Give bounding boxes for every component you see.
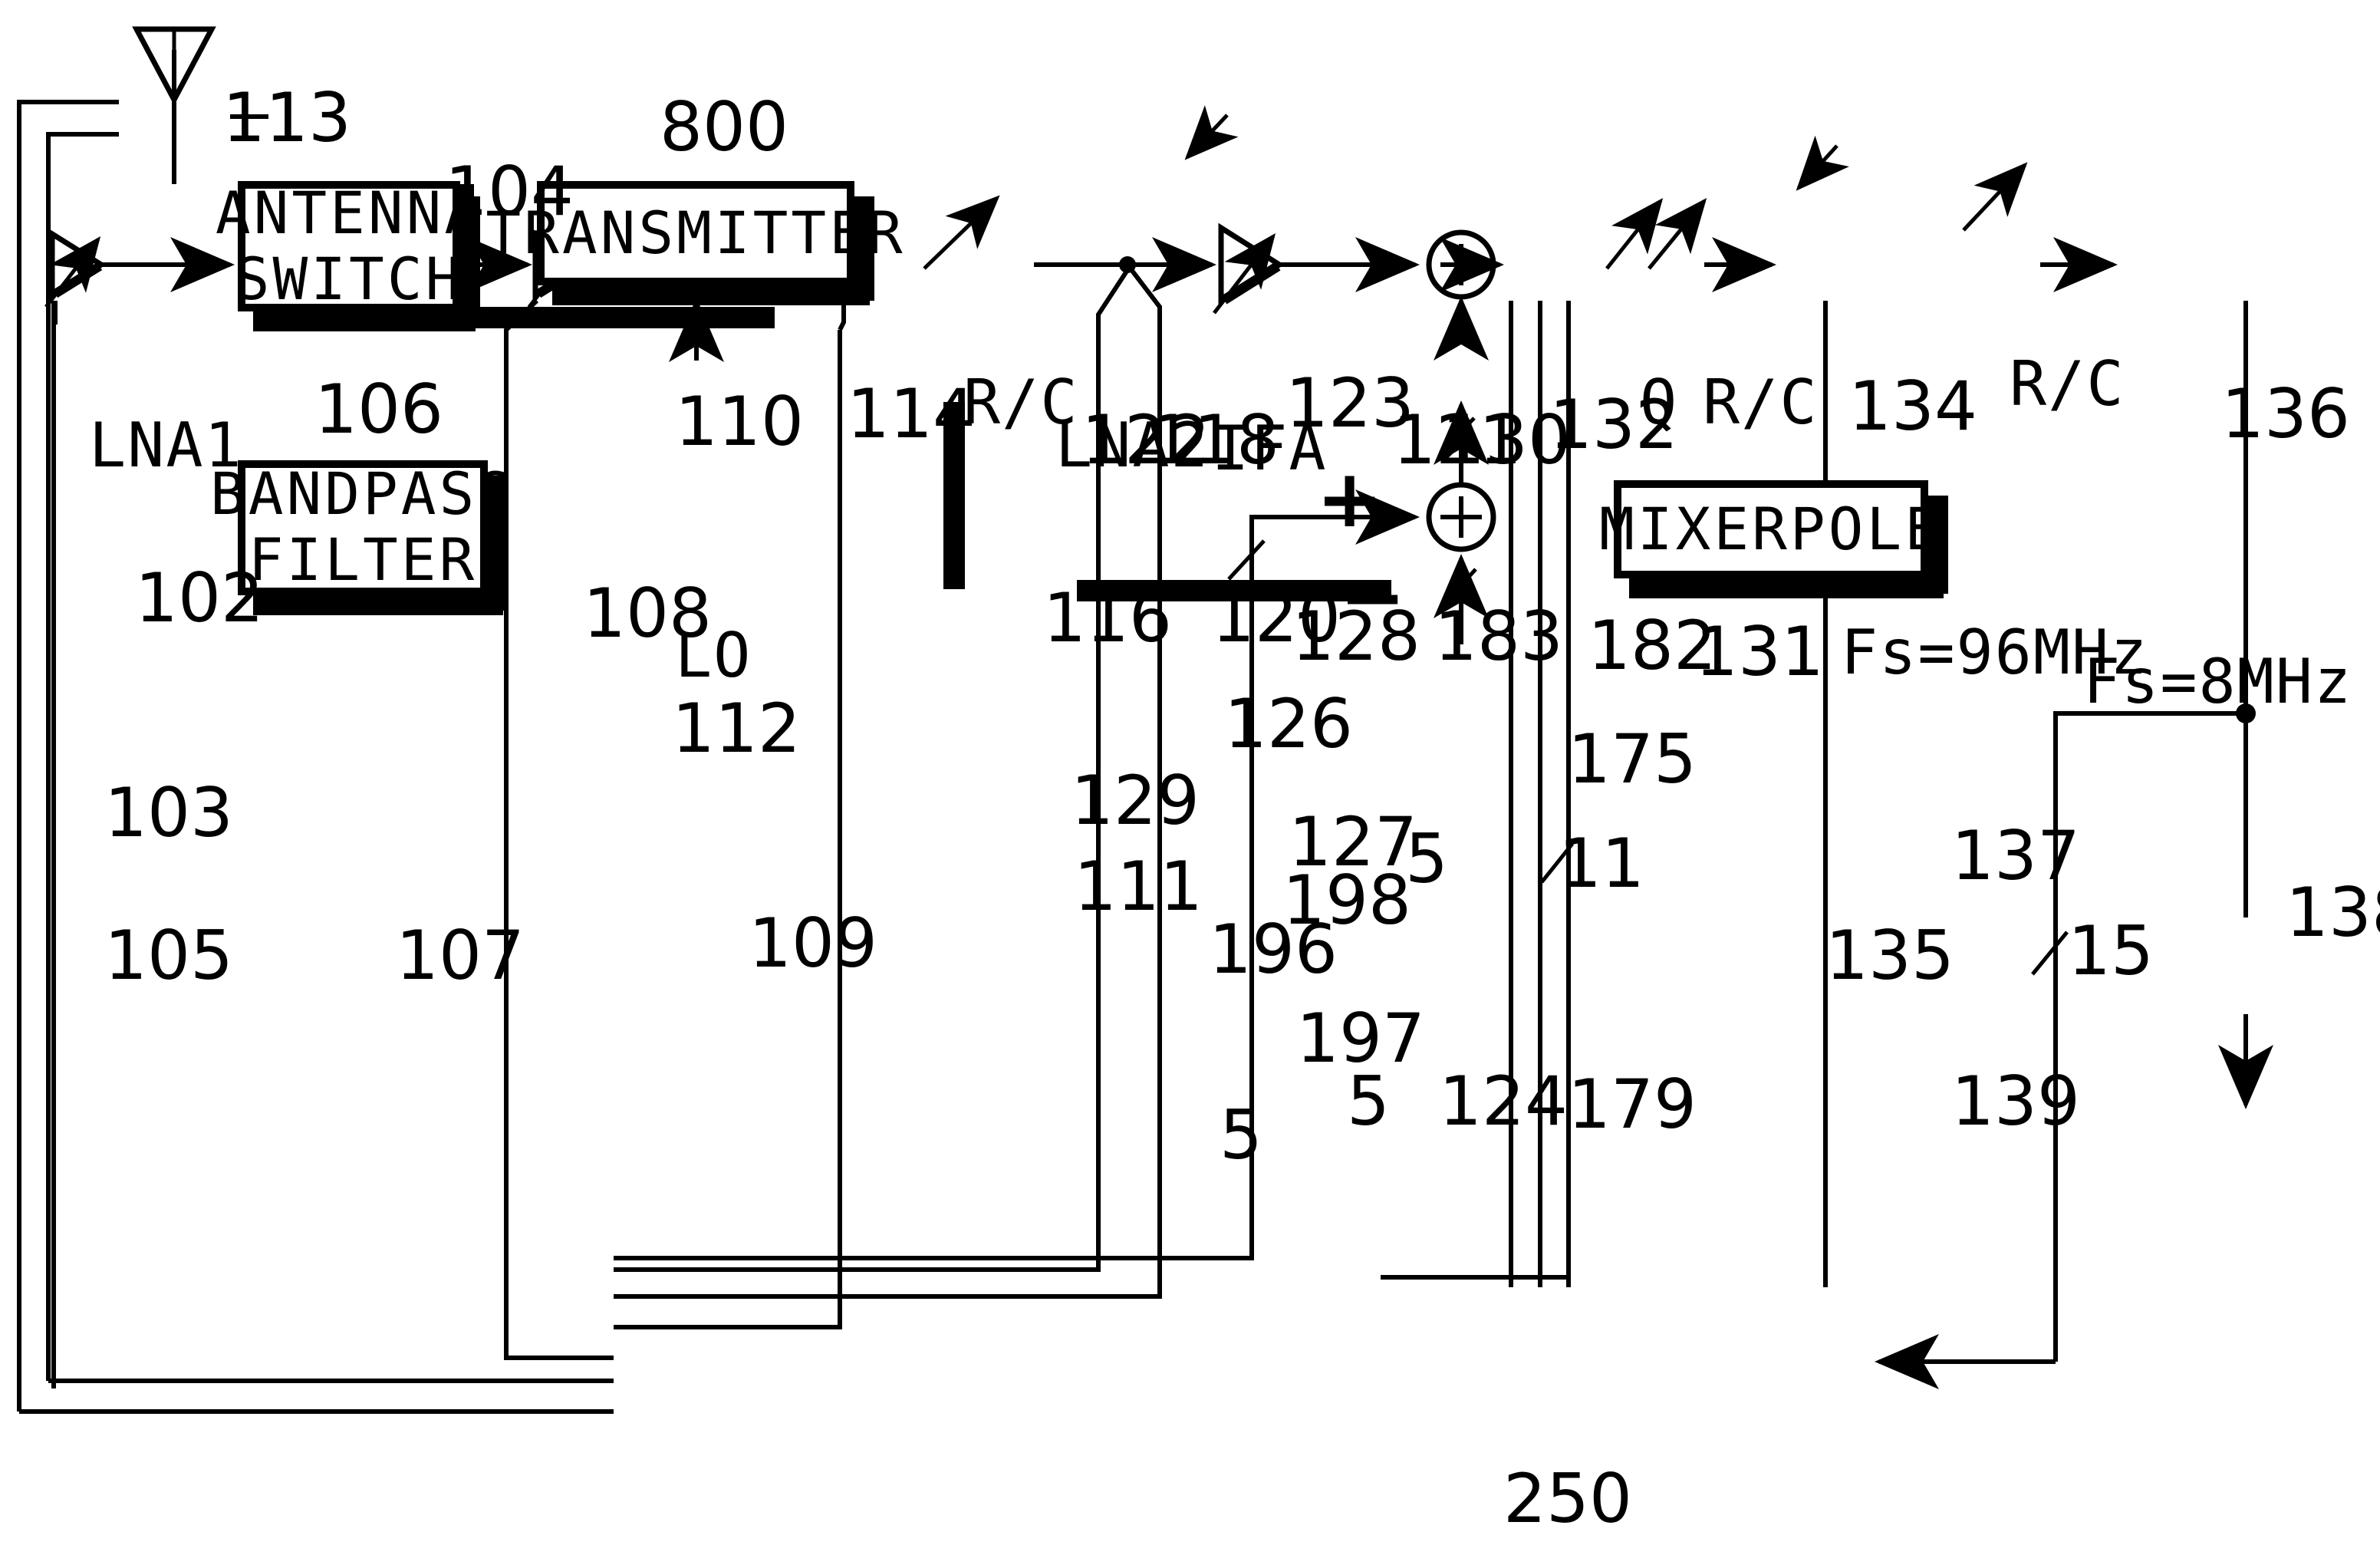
ref-137: 137 <box>1951 818 2080 896</box>
ref-135: 135 <box>1825 917 1954 996</box>
bandpass-filter-line-2: FILTER <box>248 526 478 594</box>
ref-800: 800 <box>660 89 788 167</box>
ref-126: 126 <box>1224 686 1353 764</box>
ref-128: 128 <box>1292 598 1420 677</box>
ref-116: 116 <box>1043 580 1172 658</box>
block-antenna-switch[interactable]: ANTENNA SWITCH <box>216 181 479 311</box>
ref-102: 102 <box>135 560 264 638</box>
mixerpole-label: MIXERPOLE <box>1599 495 1943 563</box>
bus-width-11: 11 <box>1559 825 1644 904</box>
block-transmitter[interactable]: TRANSMITTER <box>486 181 903 285</box>
ref-109: 109 <box>749 905 877 983</box>
ref-179: 179 <box>1568 1066 1697 1145</box>
ref-112: 112 <box>672 690 801 769</box>
ref-103: 103 <box>104 775 233 853</box>
block-mixerpole[interactable]: MIXERPOLE <box>1599 480 1940 578</box>
summer-plus-sign: + <box>1316 454 1384 546</box>
ref-139: 139 <box>1951 1063 2080 1141</box>
ref-110: 110 <box>675 384 804 462</box>
bus-width-dc-correction: 5 <box>1347 1063 1390 1141</box>
ref-107: 107 <box>396 917 525 996</box>
label-lna1: LNA1 <box>89 411 243 482</box>
ref-138: 138 <box>2286 875 2380 953</box>
ref-106: 106 <box>314 371 443 450</box>
bandpass-filter-line-1: BANDPASS <box>209 460 516 529</box>
ref-196: 196 <box>1209 911 1338 990</box>
ref-183: 183 <box>1434 598 1563 677</box>
figure-layer: ANTENNA SWITCH TRANSMITTER BANDPASS FILT… <box>0 0 2380 1545</box>
ref-131: 131 <box>1695 614 1824 692</box>
ref-175: 175 <box>1568 721 1697 799</box>
label-adc-rc: R/C <box>2010 350 2125 420</box>
label-lowpass-rc: R/C <box>1703 368 1819 439</box>
ref-134: 134 <box>1848 368 1977 446</box>
ref-104: 104 <box>445 153 574 232</box>
ref-136: 136 <box>2221 376 2350 454</box>
antenna-switch-line-1: ANTENNA <box>215 179 483 247</box>
label-mixerpole-rc: R/C <box>963 368 1079 439</box>
ref-250: 250 <box>1503 1461 1632 1539</box>
ref-105: 105 <box>104 917 233 996</box>
label-fs-8: Fs=8MHz <box>2083 647 2353 718</box>
patent-figure-1: ANTENNA SWITCH TRANSMITTER BANDPASS FILT… <box>0 0 2380 1545</box>
ref-111: 111 <box>1074 848 1203 927</box>
ref-113: 113 <box>222 80 351 158</box>
bus-width-dcoc: 5 <box>1405 821 1448 899</box>
ref-124: 124 <box>1439 1063 1568 1141</box>
antenna-switch-line-2: SWITCH <box>234 245 464 312</box>
label-lowpass-q: Q <box>1640 368 1679 439</box>
block-bandpass-filter[interactable]: BANDPASS FILTER <box>210 460 512 595</box>
bus-width-197: 5 <box>1220 1097 1262 1175</box>
ref-114: 114 <box>847 376 976 454</box>
ref-129: 129 <box>1071 763 1200 841</box>
shadow <box>468 307 775 328</box>
bus-width-15: 15 <box>2068 913 2154 991</box>
label-lo: LO <box>675 621 752 692</box>
